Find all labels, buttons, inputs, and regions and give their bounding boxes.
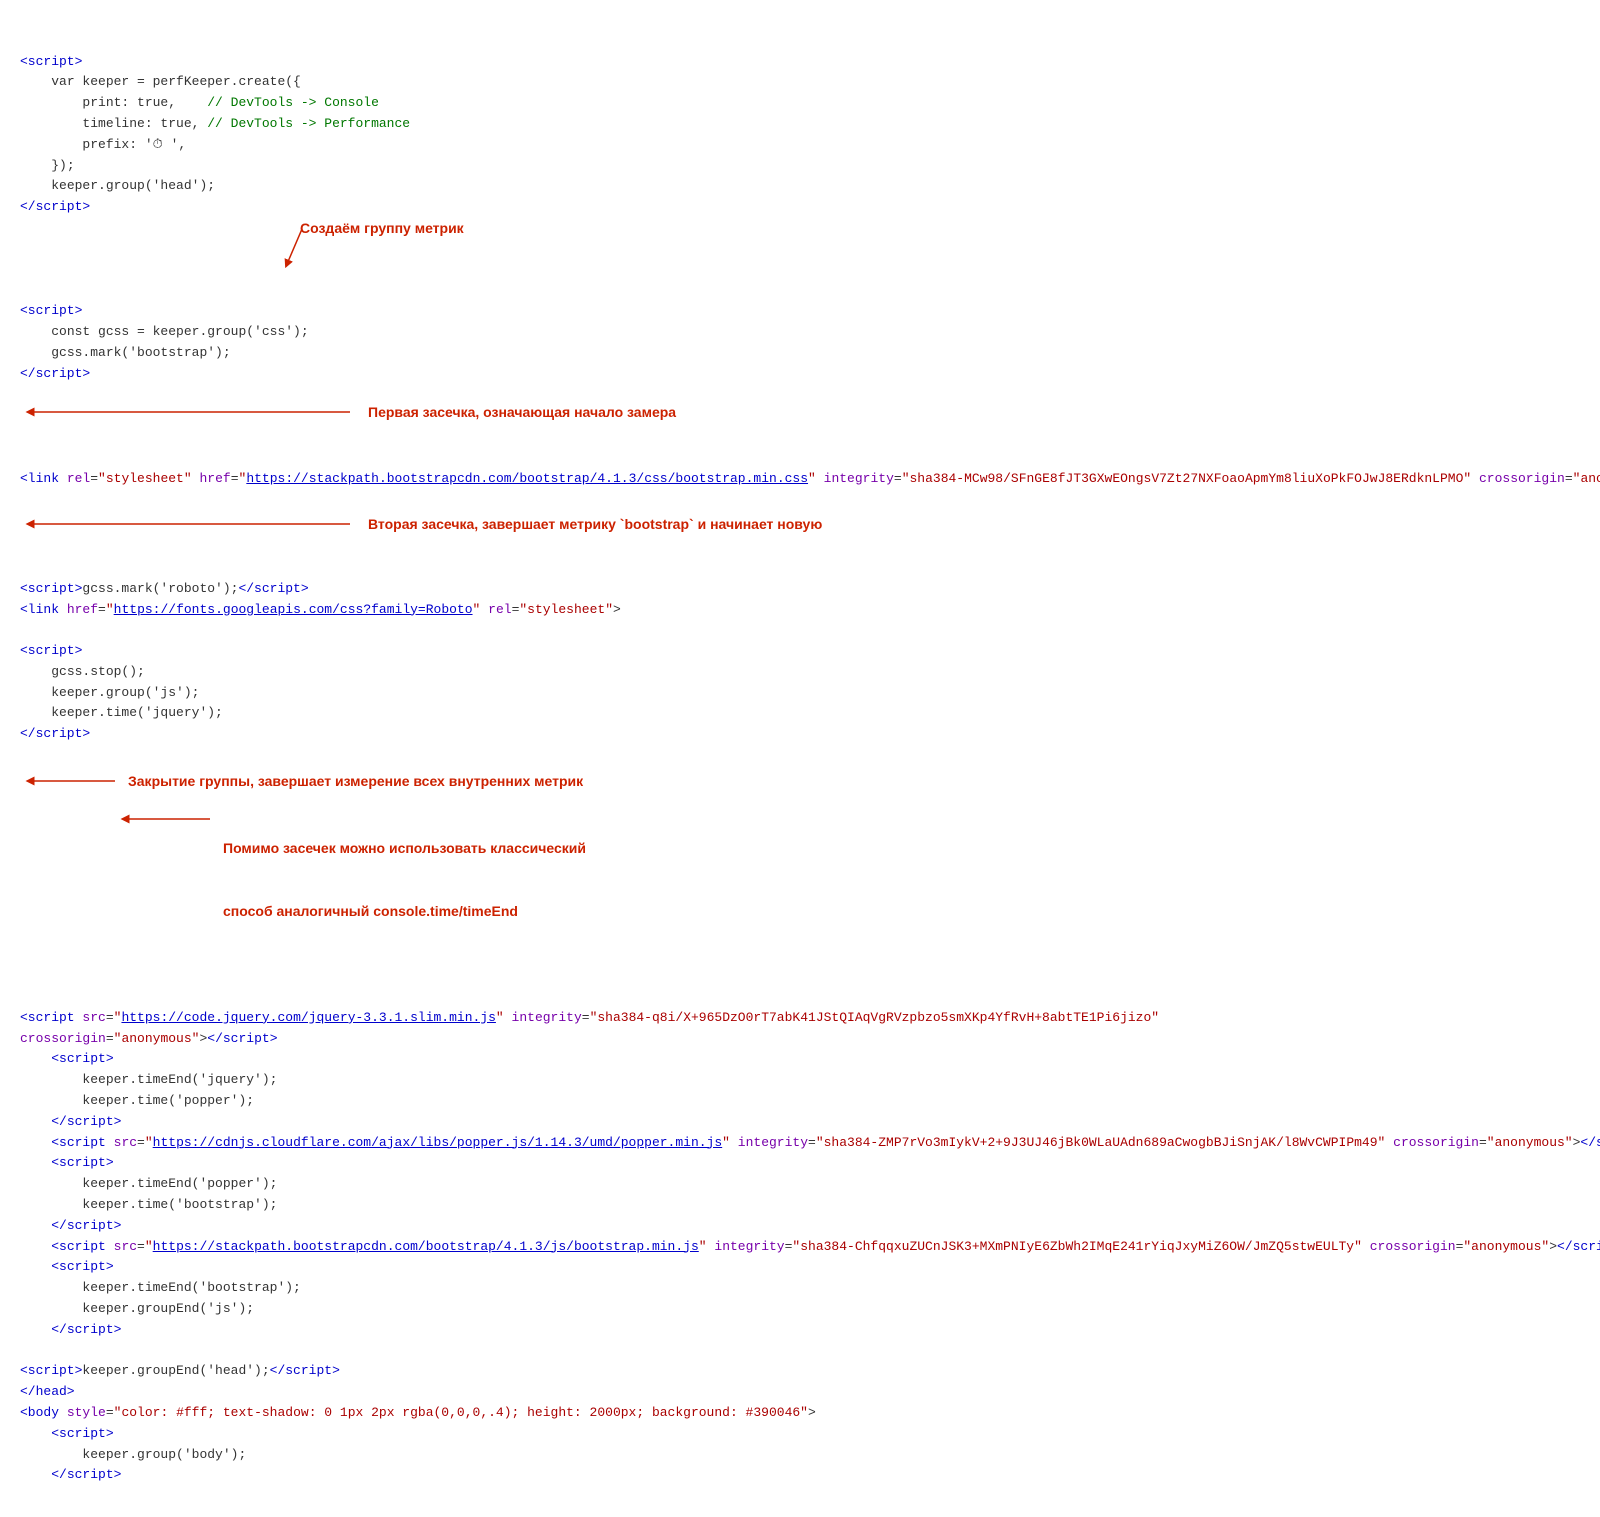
- code-block-1: <script> var keeper = perfKeeper.create(…: [20, 54, 410, 215]
- arrow-4: [20, 771, 120, 791]
- arrow-2: [20, 402, 360, 422]
- annotation-1: Создаём группу метрик: [300, 217, 464, 239]
- code-block-4: <script>gcss.mark('roboto');</script> <l…: [20, 581, 621, 742]
- arrow-1: [282, 229, 312, 269]
- arrow-5: [115, 804, 215, 834]
- annotation-3: Вторая засечка, завершает метрику `boots…: [368, 513, 822, 535]
- annotation-2: Первая засечка, означающая начало замера: [368, 401, 676, 423]
- code-block-5: <script src="https://code.jquery.com/jqu…: [20, 1010, 1600, 1483]
- annotation-4: Закрытие группы, завершает измерение все…: [128, 770, 583, 792]
- annotation-5: Помимо засечек можно использовать класси…: [223, 796, 586, 964]
- code-block-2: <script> const gcss = keeper.group('css'…: [20, 303, 309, 380]
- code-block-3: <link rel="stylesheet" href="https://sta…: [20, 471, 1600, 486]
- arrow-3: [20, 514, 360, 534]
- code-viewer: <script> var keeper = perfKeeper.create(…: [0, 0, 1600, 1517]
